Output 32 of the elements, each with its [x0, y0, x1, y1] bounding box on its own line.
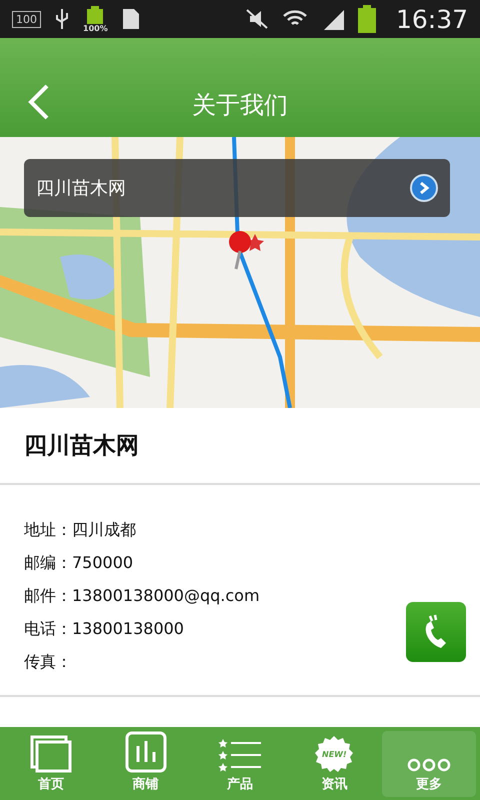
notification-badge: 100 — [12, 10, 41, 28]
mute-icon — [246, 9, 268, 29]
company-name: 四川苗木网 — [24, 432, 139, 461]
bar-chart-icon — [124, 731, 167, 773]
map-popup[interactable]: 四川苗木网 — [24, 159, 450, 217]
nav-tab[interactable]: NEW! 资讯 — [287, 731, 382, 797]
popup-title: 四川苗木网 — [36, 177, 126, 200]
usb-icon — [55, 8, 69, 30]
nav-tab[interactable]: 首页 — [4, 731, 98, 797]
signal-icon — [322, 8, 344, 30]
windows-icon — [30, 735, 72, 773]
battery-icon — [358, 5, 376, 33]
info-line: 传真： — [24, 652, 73, 673]
nav-tab[interactable]: 商铺 — [98, 731, 193, 797]
battery-label: 100% — [83, 24, 108, 32]
chevron-left-icon — [27, 84, 51, 120]
call-button[interactable] — [406, 602, 466, 662]
info-line: 电话：13800138000 — [24, 619, 185, 640]
clock: 16:37 — [396, 4, 468, 34]
page-title: 关于我们 — [192, 90, 288, 121]
chevron-right-icon — [418, 181, 430, 195]
more-icon — [406, 757, 451, 773]
info-line: 邮件：13800138000@qq.com — [24, 586, 260, 607]
star-list-icon — [218, 737, 262, 773]
nav-tab[interactable]: 产品 — [192, 731, 288, 797]
info-line: 邮编：750000 — [24, 553, 134, 574]
battery-icon — [87, 6, 104, 24]
nav-tab[interactable]: 更多 — [382, 731, 476, 797]
new-seal-icon: NEW! — [315, 735, 354, 773]
popup-arrow-button[interactable] — [410, 174, 438, 202]
info-line: 地址：四川成都 — [24, 520, 137, 541]
sim-icon — [122, 8, 140, 30]
